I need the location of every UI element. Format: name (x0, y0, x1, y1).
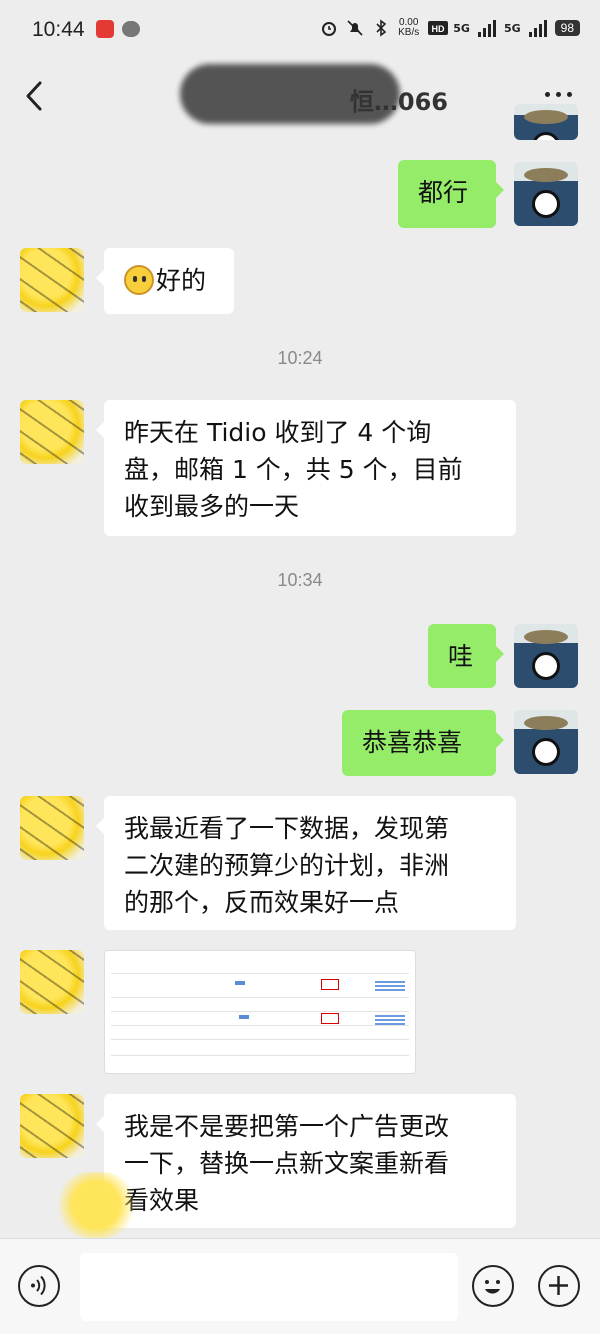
status-right-icons: 0.00 KB/s HD 5G 5G 98 (320, 18, 580, 38)
avatar[interactable] (20, 248, 84, 312)
message-line: 的那个，反而效果好一点 (124, 888, 400, 917)
message-line: 我最近看了一下数据，发现第 (124, 814, 450, 843)
voice-icon[interactable] (18, 1265, 60, 1307)
avatar[interactable] (20, 400, 84, 464)
app-notification-icon (96, 20, 114, 38)
network-speed: 0.00 KB/s (398, 17, 420, 38)
avatar[interactable] (514, 710, 578, 774)
dizzy-face-emoji-icon (124, 265, 154, 295)
message-line: 一下，替换一点新文案重新看 (124, 1149, 450, 1178)
emoji-icon[interactable] (472, 1265, 514, 1307)
signal-icon-2 (528, 19, 547, 37)
message-bubble[interactable]: 昨天在 Tidio 收到了 4 个询 盘，邮箱 1 个，共 5 个，目前 收到最… (96, 400, 516, 536)
message-bubble[interactable]: 恭喜恭喜 (342, 710, 504, 776)
avatar[interactable] (20, 950, 84, 1014)
alarm-icon (320, 19, 338, 37)
battery-icon: 98 (554, 20, 580, 36)
message-line: 二次建的预算少的计划，非洲 (124, 851, 450, 880)
sticker-decoration (56, 1172, 136, 1238)
more-icon[interactable] (545, 92, 572, 97)
hd-icon: HD (427, 19, 449, 37)
message-bubble[interactable]: 我最近看了一下数据，发现第 二次建的预算少的计划，非洲 的那个，反而效果好一点 (96, 796, 516, 930)
message-line: 收到最多的一天 (124, 492, 300, 521)
chat-title-text: 恒…066 (349, 88, 448, 116)
mute-icon (346, 19, 364, 37)
message-bubble[interactable]: 我是不是要把第一个广告更改 一下，替换一点新文案重新看 看效果 (96, 1094, 516, 1228)
timestamp: 10:34 (277, 570, 323, 590)
message-bubble[interactable]: 哇 (428, 624, 504, 688)
message-notification-icon (122, 21, 140, 37)
chat-title: 恒…066 (140, 64, 460, 124)
status-bar: 10:44 0.00 KB/s HD 5G 5G 98 (0, 0, 600, 64)
message-line: 我是不是要把第一个广告更改 (124, 1112, 450, 1141)
avatar[interactable] (514, 104, 578, 140)
status-notification-icons (96, 20, 140, 38)
avatar[interactable] (20, 1094, 84, 1158)
status-time: 10:44 (32, 18, 85, 41)
message-text: 恭喜恭喜 (362, 728, 463, 757)
network-label-2: 5G (503, 21, 521, 35)
message-text: 好的 (156, 266, 207, 295)
message-line: 昨天在 Tidio 收到了 4 个询 (124, 418, 432, 447)
bluetooth-icon (372, 19, 390, 37)
input-bar (0, 1238, 600, 1334)
spreadsheet-screenshot-image[interactable] (104, 950, 416, 1074)
message-line: 盘，邮箱 1 个，共 5 个，目前 (124, 455, 463, 484)
chat-message-list[interactable]: 都行 好的 10:24 昨天在 Tidio 收到了 4 个询 盘，邮箱 1 个，… (0, 104, 600, 1238)
message-text: 哇 (448, 642, 474, 671)
avatar[interactable] (20, 796, 84, 860)
message-line: 看效果 (124, 1186, 200, 1215)
plus-icon[interactable] (538, 1265, 580, 1307)
avatar[interactable] (514, 162, 578, 226)
svg-text:HD: HD (432, 24, 445, 34)
signal-icon-1 (477, 19, 496, 37)
network-label-1: 5G (453, 21, 470, 35)
message-input[interactable] (80, 1253, 458, 1321)
avatar[interactable] (514, 624, 578, 688)
message-bubble[interactable]: 都行 (398, 160, 504, 228)
timestamp: 10:24 (277, 348, 323, 368)
message-text: 都行 (418, 178, 469, 207)
chevron-left-icon[interactable] (22, 80, 46, 112)
message-bubble[interactable]: 好的 (96, 248, 234, 314)
chat-header: 恒…066 (0, 64, 600, 128)
